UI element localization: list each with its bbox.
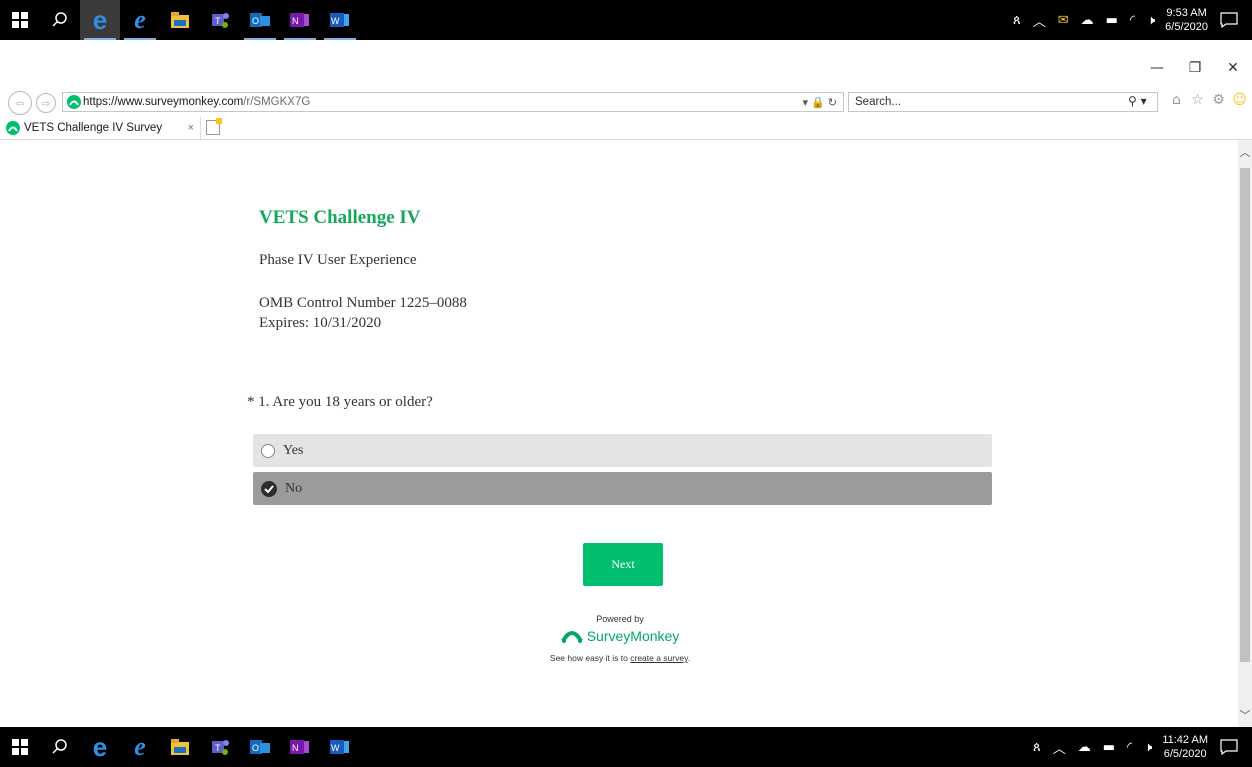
search-input[interactable]: Search... <box>848 92 1158 112</box>
teams-icon[interactable]: T <box>200 0 240 40</box>
tab-close-icon[interactable]: × <box>188 122 194 134</box>
back-button[interactable]: ⇦ <box>8 91 32 115</box>
scroll-up-icon[interactable]: ︿ <box>1238 144 1252 160</box>
file-explorer-icon[interactable] <box>160 727 200 767</box>
restore-icon[interactable]: ❐ <box>1176 60 1214 76</box>
taskbar-bottom: e e T O N W ጰ ︿ ☁ ▬ ◜ 🕨 11:42 AM 6/5/202… <box>0 727 1252 767</box>
answer-option-yes[interactable]: Yes <box>253 434 992 467</box>
notification-icon[interactable] <box>1218 9 1240 31</box>
next-button[interactable]: Next <box>583 543 663 586</box>
ie-icon[interactable]: e <box>120 727 160 767</box>
omb-info: OMB Control Number 1225–0088 Expires: 10… <box>259 293 467 333</box>
volume-icon[interactable]: 🕨 <box>1147 13 1155 28</box>
outlook-icon[interactable]: O <box>240 727 280 767</box>
onedrive-icon[interactable]: ☁ <box>1078 740 1091 755</box>
surveymonkey-brand[interactable]: SurveyMonkey <box>0 628 1240 644</box>
omb-expiry: Expires: 10/31/2020 <box>259 315 382 331</box>
search-dropdown-icon[interactable]: ⚲ ▾ <box>1128 94 1147 108</box>
see-how-text: See how easy it is to create a survey. <box>549 653 691 663</box>
scroll-thumb[interactable] <box>1240 168 1250 662</box>
search-icon[interactable] <box>40 0 80 40</box>
svg-text:W: W <box>331 743 340 753</box>
powered-by-label: Powered by <box>596 614 644 624</box>
answer-label: No <box>285 480 303 496</box>
chevron-up-icon[interactable]: ︿ <box>1053 738 1066 757</box>
new-tab-button[interactable] <box>206 118 222 135</box>
minimize-icon[interactable]: — <box>1138 60 1176 76</box>
notification-icon[interactable] <box>1218 736 1240 758</box>
clock-date: 6/5/2020 <box>1165 21 1208 33</box>
outlook-icon[interactable]: O <box>240 0 280 40</box>
settings-icon[interactable]: ⚙ <box>1208 92 1229 108</box>
battery-icon[interactable]: ▬ <box>1103 740 1115 755</box>
clock-date: 6/5/2020 <box>1163 748 1207 760</box>
teams-icon[interactable]: T <box>200 727 240 767</box>
word-icon[interactable]: W <box>320 0 360 40</box>
svg-text:T: T <box>215 16 221 26</box>
radio-unselected[interactable] <box>261 443 275 458</box>
edge-icon[interactable]: e <box>80 0 120 40</box>
svg-text:O: O <box>252 743 259 753</box>
battery-icon[interactable]: ▬ <box>1106 13 1118 28</box>
mail-icon[interactable]: ✉ <box>1058 13 1069 28</box>
address-bar[interactable]: https://www.surveymonkey.com/r/SMGKX7G ▾… <box>62 92 844 112</box>
tab-favicon <box>6 121 20 135</box>
chevron-up-icon[interactable]: ︿ <box>1033 11 1046 30</box>
clock-time: 9:53 AM <box>1166 7 1207 19</box>
create-survey-link[interactable]: create a survey <box>630 653 687 663</box>
close-icon[interactable]: ✕ <box>1214 60 1252 76</box>
svg-text:W: W <box>331 16 340 26</box>
start-icon[interactable] <box>0 0 40 40</box>
svg-text:N: N <box>292 743 299 753</box>
tab-bar: VETS Challenge IV Survey × <box>0 117 1252 140</box>
word-icon[interactable]: W <box>320 727 360 767</box>
feedback-smiley-icon[interactable]: ☺ <box>1229 92 1250 108</box>
site-favicon <box>67 95 81 109</box>
taskbar-top: e e T O N W ጰ ︿ ✉ ☁ ▬ ◜ 🕨 9:53 AM 6/5/20… <box>0 0 1252 40</box>
scroll-down-icon[interactable]: ﹀ <box>1238 707 1252 723</box>
onenote-icon[interactable]: N <box>280 727 320 767</box>
edge-icon[interactable]: e <box>80 727 120 767</box>
address-actions: ▾ 🔒 ↻ <box>802 96 837 109</box>
onedrive-icon[interactable]: ☁ <box>1081 13 1094 28</box>
survey-title: VETS Challenge IV <box>259 207 421 228</box>
wifi-icon[interactable]: ◜ <box>1130 13 1135 28</box>
omb-control-number: OMB Control Number 1225–0088 <box>259 295 467 311</box>
url-text: https://www.surveymonkey.com/r/SMGKX7G <box>83 96 311 108</box>
forward-button[interactable]: ⇨ <box>36 93 56 113</box>
home-icon[interactable]: ⌂ <box>1166 92 1187 108</box>
favorites-icon[interactable]: ☆ <box>1187 92 1208 108</box>
clock[interactable]: 9:53 AM 6/5/2020 <box>1165 6 1208 34</box>
checkmark-icon[interactable] <box>261 480 277 497</box>
onenote-icon[interactable]: N <box>280 0 320 40</box>
ie-icon[interactable]: e <box>120 0 160 40</box>
clock[interactable]: 11:42 AM 6/5/2020 <box>1162 733 1208 761</box>
file-explorer-icon[interactable] <box>160 0 200 40</box>
window-controls: — ❐ ✕ <box>1138 60 1252 76</box>
start-icon[interactable] <box>0 727 40 767</box>
people-icon[interactable]: ጰ <box>1033 740 1041 755</box>
survey-subtitle: Phase IV User Experience <box>259 252 417 268</box>
svg-text:T: T <box>215 743 221 753</box>
volume-icon[interactable]: 🕨 <box>1144 740 1152 755</box>
brand-name: SurveyMonkey <box>586 628 680 644</box>
clock-time: 11:42 AM <box>1162 734 1208 746</box>
vertical-scrollbar[interactable]: ︿ ﹀ <box>1238 140 1252 727</box>
people-icon[interactable]: ጰ <box>1013 13 1021 28</box>
toolbar-icons: ⌂ ☆ ⚙ ☺ <box>1166 92 1250 108</box>
search-icon[interactable] <box>40 727 80 767</box>
svg-text:O: O <box>252 16 259 26</box>
navigation-bar: ⇦ ⇨ https://www.surveymonkey.com/r/SMGKX… <box>0 91 1252 115</box>
answer-label: Yes <box>283 442 304 458</box>
answer-option-no[interactable]: No <box>253 472 992 505</box>
surveymonkey-logo-icon <box>560 631 583 643</box>
wifi-icon[interactable]: ◜ <box>1127 740 1132 755</box>
question-1: * 1. Are you 18 years or older? <box>247 394 433 410</box>
tab-title: VETS Challenge IV Survey <box>24 122 163 134</box>
svg-text:N: N <box>292 16 299 26</box>
tab-survey[interactable]: VETS Challenge IV Survey × <box>6 117 201 139</box>
